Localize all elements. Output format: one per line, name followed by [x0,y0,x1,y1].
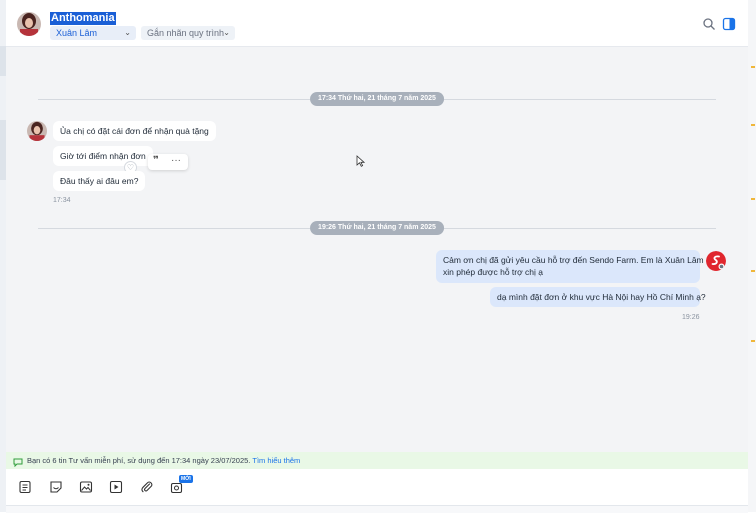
incoming-message[interactable]: Đâu thấy ai đâu em? [53,171,146,191]
learn-more-link[interactable]: Tìm hiểu thêm [252,456,300,465]
message-time: 19:26 [682,314,700,321]
chevron-down-icon: ⌄ [223,28,230,37]
video-icon[interactable] [109,480,123,494]
process-label-text: Gắn nhãn quy trình [147,28,225,38]
free-consult-notice: Bạn có 6 tin Tư vấn miễn phí, sử dụng đế… [6,452,748,469]
date-separator: 19:26 Thứ hai, 21 tháng 7 năm 2025 [38,221,716,235]
mouse-cursor-icon [356,154,366,172]
side-panel-icon[interactable] [722,17,736,31]
right-panel-mark [751,340,755,342]
right-panel-edge [747,0,756,512]
template-icon[interactable] [18,480,32,494]
composer-toolbar: MỚI [6,469,748,505]
right-panel-mark [751,270,755,272]
contact-message-avatar [27,121,47,141]
right-panel-mark [751,124,755,126]
chevron-down-icon: ⌄ [124,28,131,37]
outgoing-message[interactable]: dạ mình đặt đơn ở khu vực Hà Nội hay Hồ … [490,287,706,307]
quote-icon[interactable]: ❞ [153,155,159,166]
outgoing-message-line: xin phép được hỗ trợ chị ạ [443,267,543,277]
attachment-icon[interactable] [140,480,154,494]
shop-avatar [706,251,726,271]
sticker-icon[interactable] [49,480,63,494]
agent-selector-label: Xuân Lâm [56,28,98,38]
message-time: 17:34 [53,197,71,204]
right-panel-mark [751,66,755,68]
contact-avatar[interactable] [17,12,41,36]
process-label-selector[interactable]: Gắn nhãn quy trình ⌄ [141,26,235,40]
chat-header: Anthomania Xuân Lâm ⌄ Gắn nhãn quy trình… [6,0,748,47]
date-separator: 17:34 Thứ hai, 21 tháng 7 năm 2025 [38,92,716,106]
image-icon[interactable] [79,480,93,494]
notice-text: Bạn có 6 tin Tư vấn miễn phí, sử dụng đế… [27,456,251,465]
search-icon[interactable] [702,17,716,31]
outgoing-message[interactable]: Cảm ơn chị đã gửi yêu cầu hỗ trợ đến Sen… [436,250,704,283]
incoming-message[interactable]: Ủa chị có đặt cái đơn để nhận quà tặng [53,121,216,141]
more-icon[interactable]: ··· [171,155,181,166]
agent-selector[interactable]: Xuân Lâm ⌄ [50,26,136,40]
date-separator-label: 17:34 Thứ hai, 21 tháng 7 năm 2025 [310,92,444,106]
outgoing-message-line: Cảm ơn chị đã gửi yêu cầu hỗ trợ đến Sen… [443,255,704,265]
new-badge: MỚI [179,475,193,483]
incoming-message[interactable]: Giờ tới điểm nhận đơn [53,146,153,166]
message-hover-actions: ❞ ··· [148,154,188,170]
chat-area: 17:34 Thứ hai, 21 tháng 7 năm 2025 Ủa ch… [6,47,748,452]
right-panel-mark [751,198,755,200]
date-separator-label: 19:26 Thứ hai, 21 tháng 7 năm 2025 [310,221,444,235]
contact-name[interactable]: Anthomania [50,12,116,25]
